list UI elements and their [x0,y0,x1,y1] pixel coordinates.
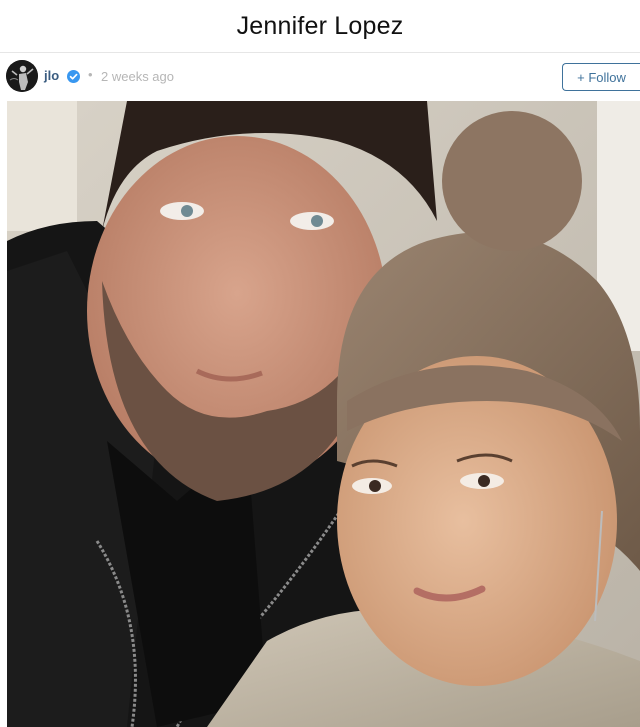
verified-badge-icon [67,70,80,83]
page-title: Jennifer Lopez [236,11,404,40]
selfie-photo [7,101,640,727]
post-header: jlo • 2 weeks ago + Follow [0,53,640,101]
post-photo[interactable] [7,101,640,727]
follow-button[interactable]: + Follow [562,63,640,91]
avatar-silhouette-icon [6,60,38,92]
instagram-post-card: jlo • 2 weeks ago + Follow [0,52,640,727]
post-timestamp[interactable]: 2 weeks ago [101,69,174,84]
separator-dot: • [88,67,93,82]
username-link[interactable]: jlo [44,68,59,83]
avatar[interactable] [6,60,38,92]
